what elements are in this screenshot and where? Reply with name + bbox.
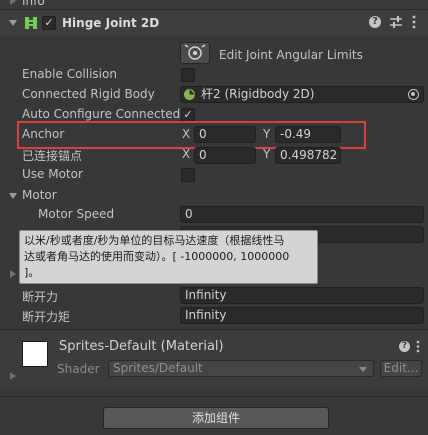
motor-label: Motor <box>22 188 57 202</box>
footer-divider <box>0 396 428 397</box>
component-title: Hinge Joint 2D <box>62 16 160 30</box>
connected-anchor-x-field[interactable]: 0 <box>194 147 256 164</box>
shader-label: Shader <box>57 362 100 376</box>
connected-body-field[interactable]: 杆2 (Rigidbody 2D) <box>180 86 424 103</box>
anchor-x-label: X <box>182 127 191 141</box>
chevron-down-icon <box>359 367 367 372</box>
info-label: Info <box>22 0 45 8</box>
use-motor-checkbox[interactable] <box>181 168 195 182</box>
connected-anchor-y-value: 0.498782 <box>280 148 338 162</box>
motor-speed-tooltip: 以米/秒或者度/秒为单位的目标马达速度（根据线性马 达或者角马达的使用而变动）。… <box>19 230 318 284</box>
connected-anchor-x-label: X <box>182 147 191 161</box>
sliders-icon[interactable] <box>390 15 402 29</box>
break-force-field[interactable]: Infinity <box>180 287 424 304</box>
break-torque-label: 断开力矩 <box>22 310 71 324</box>
motor-speed-field[interactable]: 0 <box>180 206 424 223</box>
rigidbody-icon <box>183 88 196 101</box>
tooltip-line-1: 以米/秒或者度/秒为单位的目标马达速度（根据线性马 <box>24 234 285 247</box>
shader-dropdown[interactable]: Sprites/Default <box>108 360 374 377</box>
connected-anchor-x-value: 0 <box>199 148 207 162</box>
connected-body-label: Connected Rigid Body <box>22 87 155 101</box>
material-help-icon[interactable]: ? <box>399 341 410 352</box>
anchor-y-label: Y <box>263 127 271 141</box>
tooltip-line-3: ]。 <box>24 266 40 279</box>
info-row: Info <box>0 0 428 8</box>
shader-edit-label: Edit... <box>383 361 419 375</box>
break-force-value: Infinity <box>185 288 227 302</box>
shader-edit-button[interactable]: Edit... <box>380 360 422 377</box>
limits-foldout-icon[interactable] <box>10 270 16 278</box>
add-component-label: 添加组件 <box>191 411 240 425</box>
shader-value: Sprites/Default <box>113 361 203 375</box>
motor-speed-value: 0 <box>185 207 193 221</box>
motor-speed-label: Motor Speed <box>38 207 115 221</box>
info-expand-icon[interactable] <box>10 0 16 5</box>
material-menu-icon[interactable] <box>415 340 421 353</box>
motor-foldout-icon[interactable] <box>9 193 17 199</box>
angle-limits-icon <box>184 44 206 60</box>
material-preview-swatch[interactable] <box>22 341 48 367</box>
material-title: Sprites-Default (Material) <box>59 339 224 354</box>
help-icon[interactable]: ? <box>369 16 381 28</box>
anchor-label: Anchor <box>22 127 65 141</box>
connected-anchor-label: 已连接锚点 <box>22 149 83 163</box>
edit-limits-label: Edit Joint Angular Limits <box>219 48 363 62</box>
use-motor-label: Use Motor <box>22 167 83 181</box>
auto-configure-label: Auto Configure Connected <box>22 107 181 121</box>
object-picker-icon[interactable] <box>408 89 419 100</box>
break-torque-value: Infinity <box>185 308 227 322</box>
add-component-button[interactable]: 添加组件 <box>103 407 329 429</box>
anchor-y-field[interactable]: -0.49 <box>275 126 341 143</box>
material-foldout-icon[interactable] <box>10 372 16 380</box>
anchor-x-value: 0 <box>199 127 207 141</box>
collapse-triangle-icon[interactable] <box>9 20 17 26</box>
anchor-y-value: -0.49 <box>280 127 312 141</box>
connected-body-value: 杆2 (Rigidbody 2D) <box>201 87 315 101</box>
hinge-joint-icon <box>24 16 38 30</box>
tooltip-line-2: 达或者角马达的使用而变动）。[ -1000000, 1000000 <box>24 250 290 263</box>
edit-limits-button[interactable] <box>180 42 210 64</box>
kebab-menu-icon[interactable] <box>411 15 417 29</box>
break-force-label: 断开力 <box>22 290 59 304</box>
enable-collision-checkbox[interactable] <box>181 68 195 82</box>
connected-anchor-y-label: Y <box>263 147 271 161</box>
component-header[interactable]: ✓ Hinge Joint 2D ? <box>0 10 428 36</box>
component-enabled-checkbox[interactable]: ✓ <box>42 16 56 30</box>
auto-configure-checkbox[interactable]: ✓ <box>181 108 195 122</box>
break-torque-field[interactable]: Infinity <box>180 307 424 324</box>
connected-anchor-y-field[interactable]: 0.498782 <box>275 147 341 164</box>
anchor-x-field[interactable]: 0 <box>194 126 256 143</box>
enable-collision-label: Enable Collision <box>22 67 117 81</box>
